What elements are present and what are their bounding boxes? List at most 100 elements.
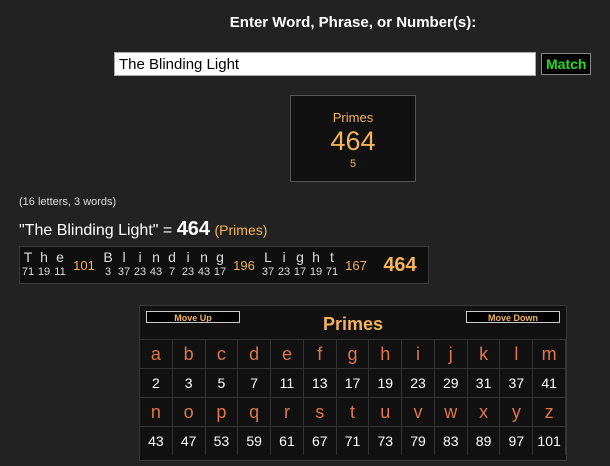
breakdown-letter-value: 23 <box>277 266 291 278</box>
breakdown-word-sum: 196 <box>233 257 255 273</box>
breakdown-letter-value: 37 <box>261 266 275 278</box>
cipher-value-cell: 59 <box>238 426 272 455</box>
cipher-letter-cell: b <box>172 339 206 368</box>
breakdown-letter: h 19 <box>308 247 324 283</box>
move-down-button[interactable]: Move Down <box>466 311 560 323</box>
result-box[interactable]: Primes 464 5 <box>290 95 416 182</box>
breakdown-letter-char: h <box>312 249 320 265</box>
breakdown-letter-char: g <box>296 249 304 265</box>
equation-phrase: "The Blinding Light" <box>19 222 159 239</box>
breakdown-word-sum: 167 <box>345 257 367 273</box>
cipher-value-cell: 23 <box>402 368 435 397</box>
cipher-letter-cell: q <box>238 397 272 426</box>
breakdown-letter-char: e <box>56 249 64 265</box>
breakdown-letter: g 17 <box>212 247 228 283</box>
cipher-letter-cell: a <box>140 339 173 368</box>
cipher-letter-cell: z <box>533 397 566 426</box>
cipher-letter-cell: p <box>205 397 239 426</box>
breakdown-total: 464 <box>383 253 417 276</box>
breakdown-letter-char: L <box>264 249 272 265</box>
breakdown-letter: i 23 <box>180 247 196 283</box>
breakdown-letter-char: h <box>40 249 48 265</box>
cipher-value-cell: 83 <box>434 426 468 455</box>
breakdown-letter-char: n <box>152 249 160 265</box>
breakdown-letter: t 71 <box>324 247 340 283</box>
breakdown-letter-char: t <box>330 249 334 265</box>
breakdown-letter-value: 17 <box>213 266 227 278</box>
cipher-value-cell: 31 <box>467 368 501 397</box>
result-cipher-name: Primes <box>332 110 374 125</box>
breakdown-letter-value: 43 <box>197 266 211 278</box>
breakdown-letter: i 23 <box>276 247 292 283</box>
cipher-letter-cell: u <box>369 397 403 426</box>
cipher-letter-cell: n <box>140 397 173 426</box>
cipher-value-cell: 37 <box>500 368 534 397</box>
breakdown-letter-char: d <box>168 249 176 265</box>
phrase-input[interactable] <box>114 52 536 76</box>
cipher-value-cell: 13 <box>303 368 337 397</box>
breakdown-letter-value: 71 <box>21 266 35 278</box>
cipher-letter-cell: s <box>303 397 337 426</box>
breakdown-letter-char: i <box>186 249 190 265</box>
cipher-letter-cell: t <box>336 397 370 426</box>
breakdown-letter: l 37 <box>116 247 132 283</box>
breakdown-letter-value: 7 <box>168 266 176 278</box>
cipher-value-cell: 17 <box>336 368 370 397</box>
breakdown-letter-char: T <box>23 249 33 265</box>
cipher-value-cell: 19 <box>369 368 403 397</box>
cipher-letter-cell: r <box>271 397 304 426</box>
breakdown-letter-value: 23 <box>133 266 147 278</box>
cipher-value-cell: 41 <box>533 368 566 397</box>
cipher-value-cell: 2 <box>140 368 173 397</box>
breakdown-letter-value: 19 <box>309 266 323 278</box>
cipher-value-cell: 101 <box>533 426 566 455</box>
cipher-value-cell: 7 <box>238 368 272 397</box>
cipher-value-cell: 53 <box>205 426 239 455</box>
breakdown-letter-value: 37 <box>117 266 131 278</box>
breakdown-letter-value: 71 <box>325 266 339 278</box>
cipher-letter-cell: v <box>402 397 435 426</box>
breakdown-letter: n 43 <box>196 247 212 283</box>
breakdown-letter-value: 43 <box>149 266 163 278</box>
page-title: Enter Word, Phrase, or Number(s): <box>229 14 477 31</box>
cipher-value-cell: 43 <box>140 426 173 455</box>
cipher-letter-cell: w <box>434 397 468 426</box>
breakdown-letter: B3 <box>100 247 116 283</box>
cipher-letter-cell: k <box>467 339 501 368</box>
cipher-letter-cell: y <box>500 397 534 426</box>
cipher-table: Move Up Primes Move Down abcdefghijklm23… <box>139 305 567 461</box>
breakdown-letter: n 43 <box>148 247 164 283</box>
breakdown-letter: i 23 <box>132 247 148 283</box>
breakdown-letter-char: n <box>200 249 208 265</box>
cipher-letter-cell: j <box>434 339 468 368</box>
breakdown-letter-char: i <box>138 249 142 265</box>
cipher-value-cell: 67 <box>303 426 337 455</box>
breakdown-letter: L 37 <box>260 247 276 283</box>
equation-equals: = <box>158 222 177 239</box>
breakdown-letter-char: i <box>282 249 286 265</box>
breakdown-letter-char: l <box>122 249 126 265</box>
breakdown-letter: T 71 <box>20 247 36 283</box>
cipher-letter-cell: o <box>172 397 206 426</box>
cipher-value-cell: 89 <box>467 426 501 455</box>
letter-word-count: (16 letters, 3 words) <box>19 196 117 208</box>
breakdown-letter-value: 11 <box>54 266 66 278</box>
cipher-value-cell: 71 <box>336 426 370 455</box>
breakdown-letter-value: 23 <box>181 266 195 278</box>
match-button[interactable]: Match <box>541 53 592 75</box>
cipher-table-grid: a b c d e f g h i j k l m 2 3 5 7 11 13 17 19 23 29 31 37 41 n o p q r… <box>140 339 566 455</box>
search-row: Match <box>114 52 592 76</box>
cipher-value-cell: 29 <box>434 368 468 397</box>
cipher-letter-cell: c <box>205 339 239 368</box>
equation-cipher: (Primes) <box>214 222 268 238</box>
breakdown-letter-char: g <box>216 249 224 265</box>
breakdown-letter: h 19 <box>36 247 52 283</box>
cipher-value-cell: 97 <box>500 426 534 455</box>
breakdown-letter-value: 3 <box>104 266 112 278</box>
cipher-value-cell: 5 <box>205 368 239 397</box>
breakdown-letter: g 17 <box>292 247 308 283</box>
breakdown-word-sum: 101 <box>73 257 95 273</box>
equation-value: 464 <box>176 218 211 240</box>
cipher-letter-cell: x <box>467 397 501 426</box>
cipher-value-cell: 3 <box>172 368 206 397</box>
